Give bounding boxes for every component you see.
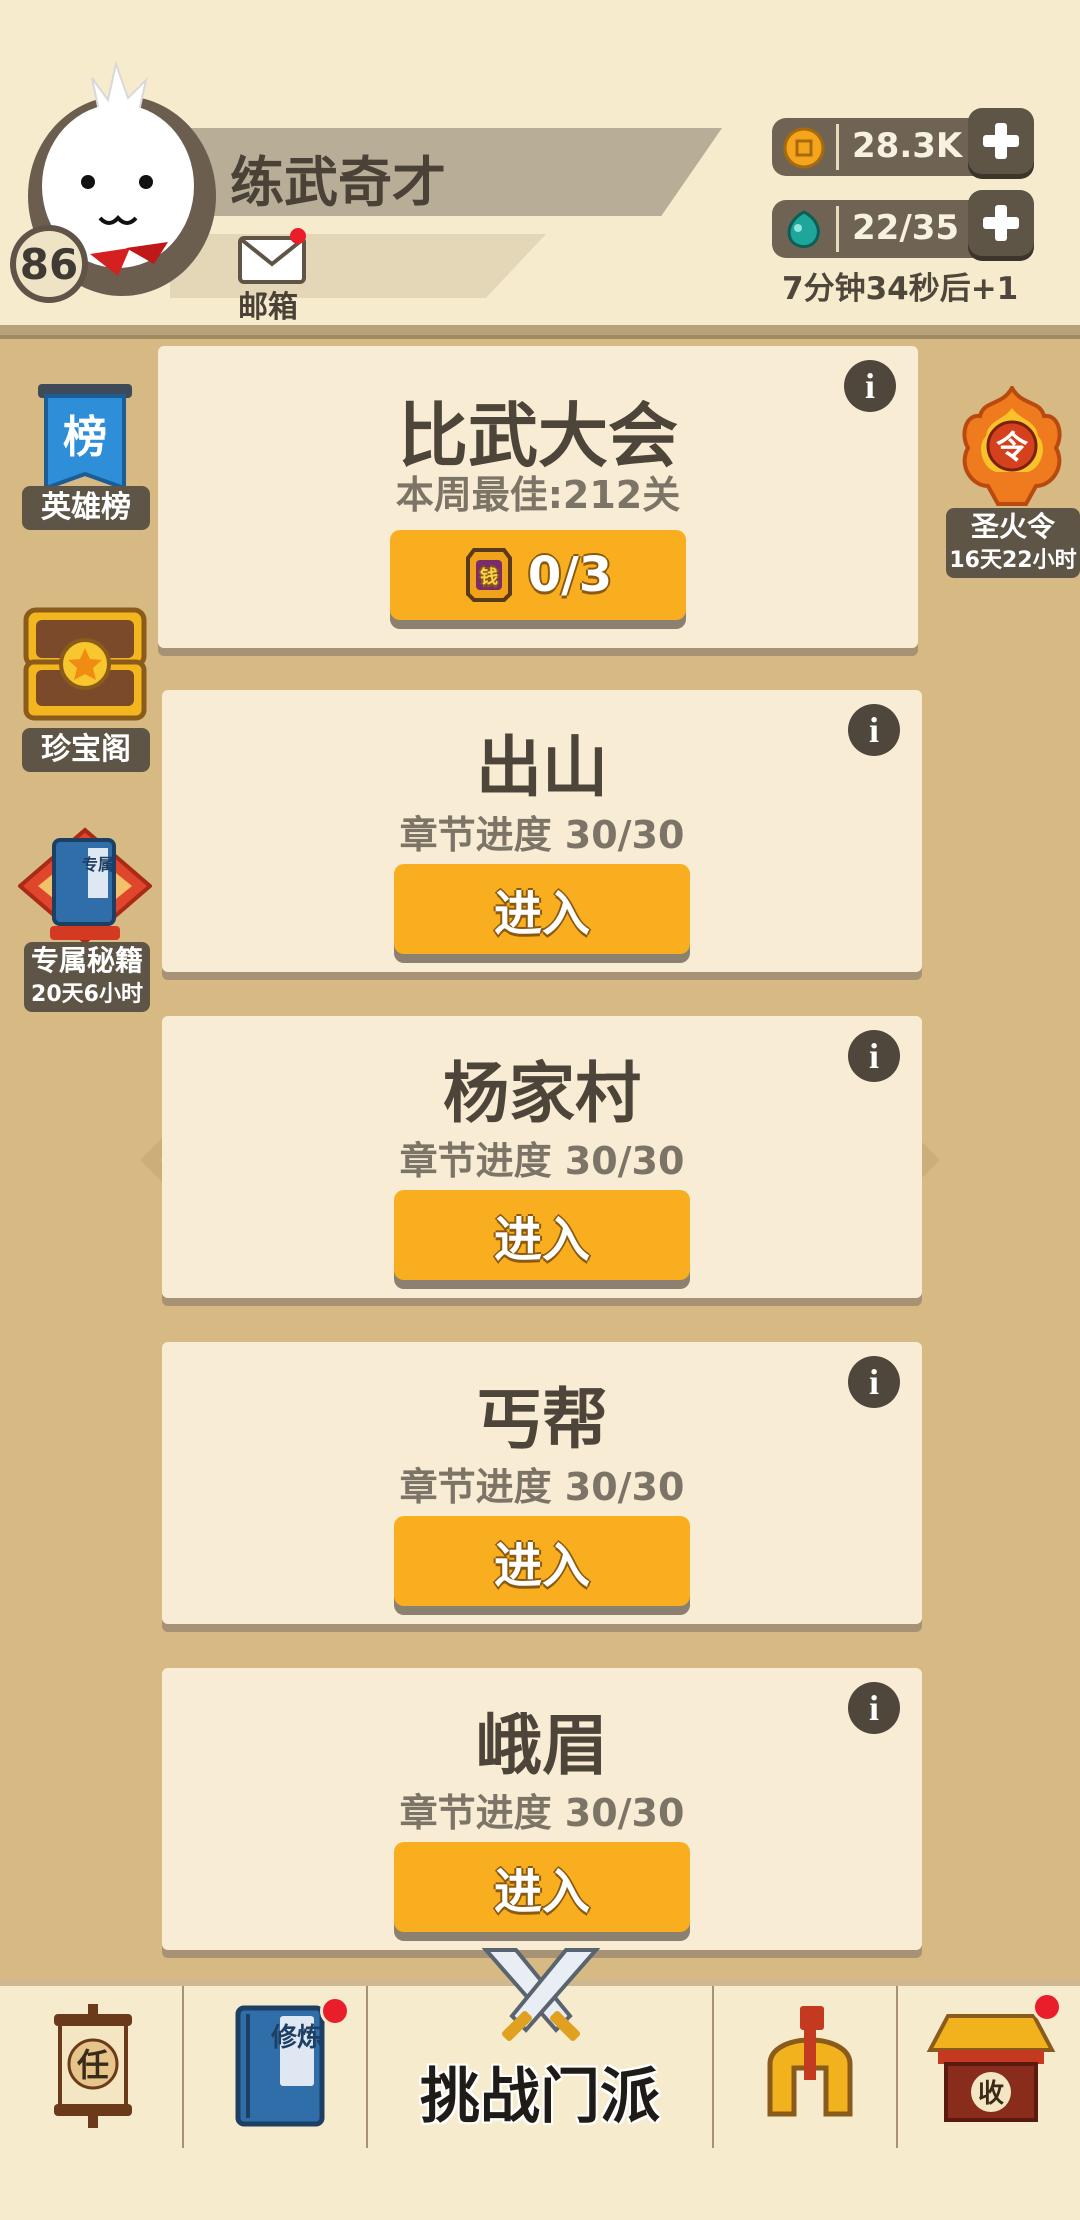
- stage-title: 出山: [476, 729, 608, 806]
- stage-card: i 丐帮 章节进度 30/30 进入: [162, 1342, 922, 1624]
- tournament-tickets-value: 0/3: [527, 547, 613, 603]
- bottom-safe-area: [0, 2148, 1080, 2220]
- player-header: 练武奇才 邮箱 86 28.3K 22/35 7分钟34秒后+1: [0, 0, 1080, 335]
- energy-value: 22/35: [852, 208, 960, 248]
- stage-enter-button[interactable]: 进入: [394, 864, 690, 954]
- mail-label[interactable]: 邮箱: [238, 282, 298, 326]
- coin-divider: [836, 124, 839, 170]
- cultivate-notification-badge: [320, 1996, 350, 2026]
- exclusive-manual-title: 专属秘籍: [30, 944, 143, 977]
- stage-card: i 峨眉 章节进度 30/30 进入: [162, 1668, 922, 1950]
- exclusive-manual-label: 专属秘籍 20天6小时: [24, 942, 150, 1012]
- task-scroll-icon: 任: [54, 2004, 132, 2128]
- exclusive-manual-timer: 20天6小时: [31, 982, 143, 1007]
- sacred-flame-token-label: 圣火令 16天22小时: [946, 508, 1080, 578]
- stage-enter-button[interactable]: 进入: [394, 1516, 690, 1606]
- hero-ranking-button[interactable]: 榜 英雄榜: [22, 382, 150, 532]
- nav-challenge-sect[interactable]: 挑战门派: [368, 1948, 714, 2148]
- nav-cultivate[interactable]: 修炼: [184, 1986, 368, 2148]
- stage-enter-button[interactable]: 进入: [394, 1190, 690, 1280]
- challenge-sect-label: 挑战门派: [420, 2062, 660, 2132]
- plus-icon: [983, 205, 1019, 241]
- player-name: 练武奇才: [230, 151, 446, 214]
- cultivation-glyph: 修炼: [270, 2022, 323, 2053]
- treasure-pavilion-label: 珍宝阁: [22, 728, 150, 772]
- stage-title: 峨眉: [476, 1707, 608, 1784]
- stage-title: 杨家村: [443, 1055, 641, 1132]
- coin-icon: [783, 127, 825, 169]
- crossed-swords-icon: [481, 1948, 601, 2042]
- nav-shop[interactable]: 收: [898, 1986, 1080, 2148]
- sacred-flame-token-timer: 16天22小时: [949, 548, 1077, 573]
- stage-progress: 章节进度 30/30: [399, 1465, 685, 1509]
- shop-building-icon: 收: [926, 2014, 1056, 2122]
- nav-equipment[interactable]: [714, 1986, 898, 2148]
- tournament-best-score: 本周最佳:212关: [395, 473, 681, 517]
- energy-droplet-icon: [787, 210, 820, 248]
- sacred-flame-token-icon: 令: [962, 386, 1062, 506]
- task-glyph: 任: [77, 2046, 109, 2084]
- hero-ranking-label: 英雄榜: [22, 486, 150, 530]
- exclusive-manual-glyph: 专属: [82, 855, 114, 874]
- tournament-tickets-button[interactable]: 钱 0/3: [390, 530, 686, 620]
- sacred-flame-token-button[interactable]: 令 圣火令 16天22小时: [946, 386, 1080, 580]
- energy-refill-timer: 7分钟34秒后+1: [782, 271, 1019, 307]
- tournament-card: i 比武大会 本周最佳:212关 钱 0/3: [158, 346, 918, 648]
- stage-card: i 杨家村 章节进度 30/30 进入: [162, 1016, 922, 1298]
- treasure-pavilion-button[interactable]: 珍宝阁: [20, 604, 150, 774]
- stage-card: i 出山 章节进度 30/30 进入: [162, 690, 922, 972]
- stage-progress: 章节进度 30/30: [399, 1791, 685, 1835]
- nav-tasks[interactable]: 任: [0, 1986, 184, 2148]
- stage-title: 丐帮: [476, 1381, 608, 1458]
- exclusive-manual-book-icon: 专属: [18, 827, 152, 945]
- energy-divider: [836, 206, 839, 252]
- ticket-glyph: 钱: [480, 566, 498, 588]
- coin-value: 28.3K: [852, 126, 963, 166]
- shop-notification-badge: [1032, 1992, 1062, 2022]
- mail-ribbon: [170, 234, 546, 298]
- cultivation-book-icon: 修炼: [235, 2005, 325, 2127]
- stage-progress: 章节进度 30/30: [399, 1139, 685, 1183]
- treasure-chest-icon: [23, 607, 147, 721]
- add-coins-button[interactable]: [968, 108, 1034, 174]
- hero-ranking-glyph: 榜: [63, 412, 107, 463]
- add-energy-button[interactable]: [968, 190, 1034, 256]
- bottom-nav: 任 修炼 挑战门派 收: [0, 1948, 1080, 2148]
- shop-glyph: 收: [978, 2079, 1004, 2109]
- ticket-token-icon: 钱: [465, 548, 512, 602]
- sacred-flame-token-title: 圣火令: [970, 510, 1055, 543]
- stage-progress: 章节进度 30/30: [399, 813, 685, 857]
- level-badge: 86: [10, 225, 88, 303]
- hero-ranking-banner-icon: 榜: [38, 384, 132, 491]
- plus-icon: [983, 123, 1019, 159]
- stage-enter-button[interactable]: 进入: [394, 1842, 690, 1932]
- sacred-flame-glyph: 令: [996, 428, 1029, 466]
- exclusive-manual-button[interactable]: 专属 专属秘籍 20天6小时: [18, 826, 152, 1014]
- helmet-icon: [767, 2006, 853, 2117]
- mail-envelope-icon[interactable]: [236, 228, 310, 286]
